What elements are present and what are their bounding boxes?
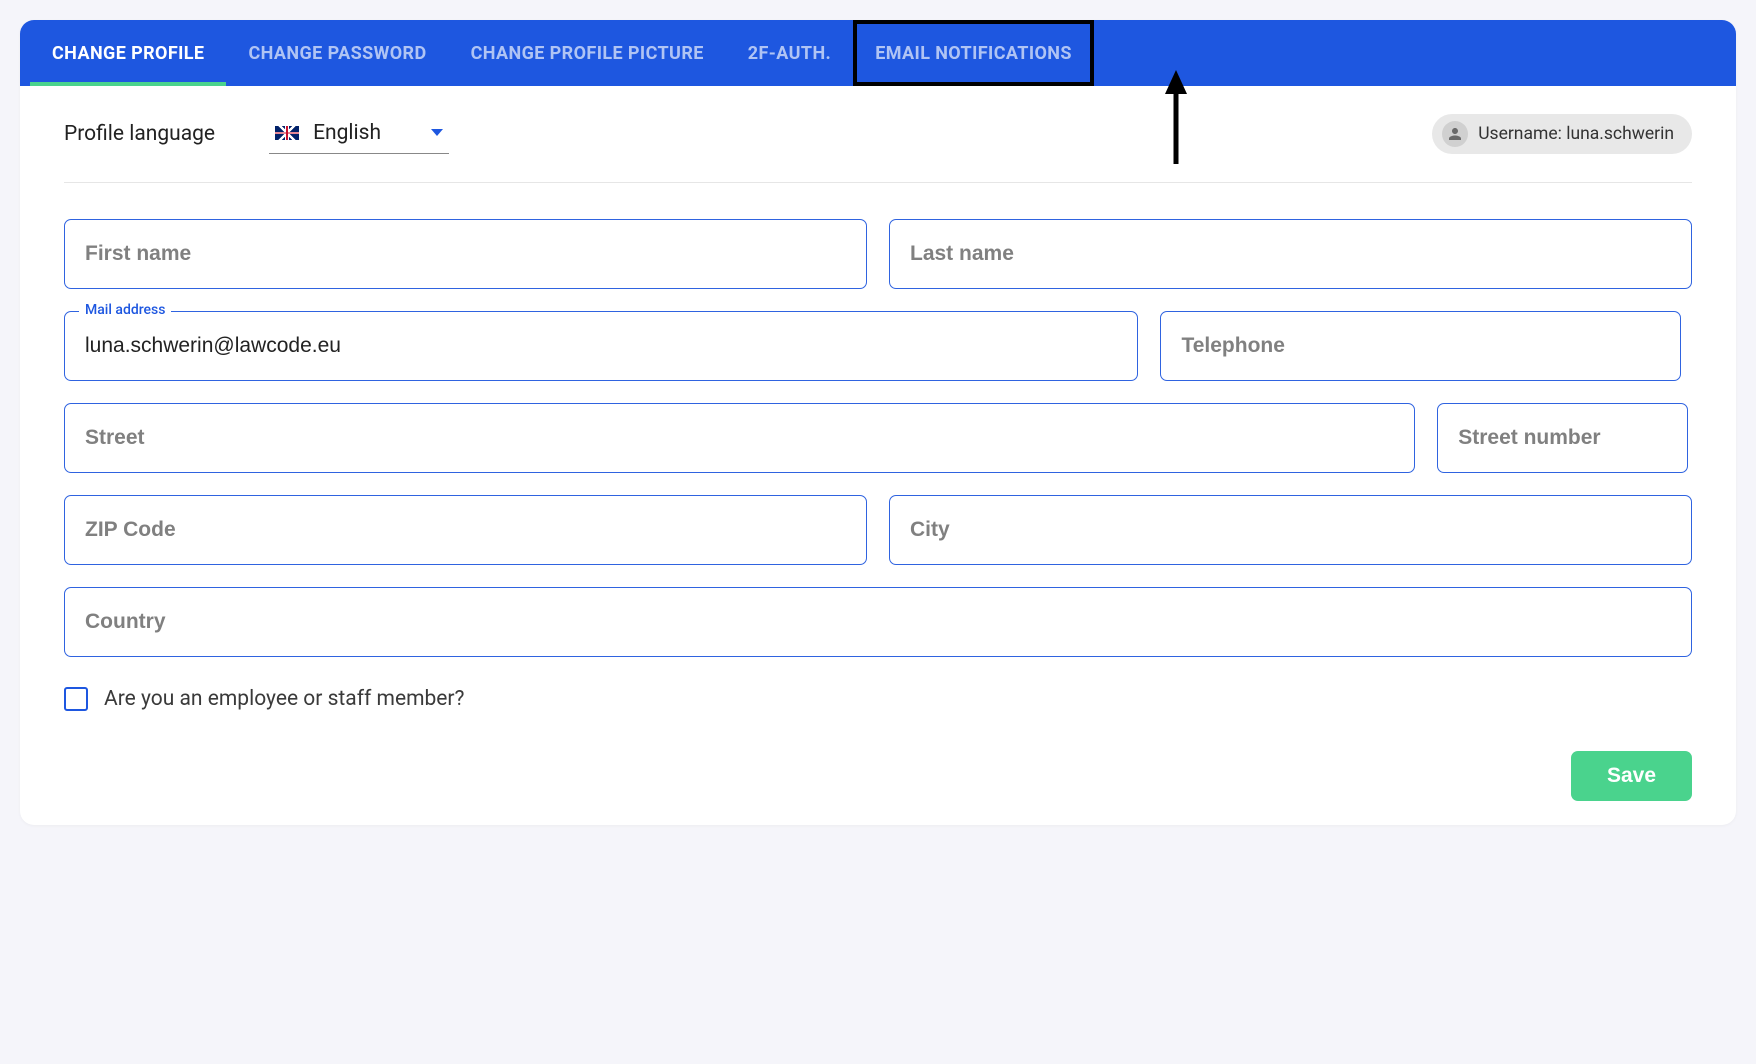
top-row: Profile language English Username: luna.… (64, 114, 1692, 183)
zip-code-input[interactable] (85, 518, 846, 542)
language-label: Profile language (64, 122, 215, 146)
tab-label: EMAIL NOTIFICATIONS (875, 43, 1072, 64)
username-badge: Username: luna.schwerin (1432, 114, 1692, 154)
profile-form: Mail address (64, 219, 1692, 801)
employee-checkbox-label: Are you an employee or staff member? (104, 687, 464, 711)
last-name-input[interactable] (910, 242, 1671, 266)
tab-label: 2F-AUTH. (748, 43, 831, 64)
employee-checkbox[interactable] (64, 687, 88, 711)
mail-address-input[interactable] (85, 334, 1117, 358)
tab-change-profile[interactable]: CHANGE PROFILE (30, 20, 226, 86)
tab-change-profile-picture[interactable]: CHANGE PROFILE PICTURE (449, 20, 726, 86)
street-input[interactable] (85, 426, 1394, 450)
city-input[interactable] (910, 518, 1671, 542)
arrow-annotation-icon (1162, 68, 1190, 168)
country-field-wrapper (64, 587, 1692, 657)
street-field-wrapper (64, 403, 1415, 473)
chevron-down-icon (431, 129, 443, 136)
employee-checkbox-row: Are you an employee or staff member? (64, 687, 1692, 711)
zip-code-field-wrapper (64, 495, 867, 565)
profile-settings-card: CHANGE PROFILE CHANGE PASSWORD CHANGE PR… (20, 20, 1736, 825)
street-number-input[interactable] (1458, 426, 1667, 450)
avatar-icon (1442, 121, 1468, 147)
tabs-bar: CHANGE PROFILE CHANGE PASSWORD CHANGE PR… (20, 20, 1736, 86)
mail-address-field-wrapper: Mail address (64, 311, 1138, 381)
uk-flag-icon (275, 126, 299, 140)
first-name-input[interactable] (85, 242, 846, 266)
mail-address-legend: Mail address (79, 302, 171, 318)
language-section: Profile language English (64, 115, 449, 154)
telephone-input[interactable] (1181, 334, 1660, 358)
street-number-field-wrapper (1437, 403, 1688, 473)
form-actions: Save (64, 751, 1692, 801)
country-input[interactable] (85, 610, 1671, 634)
city-field-wrapper (889, 495, 1692, 565)
tab-email-notifications[interactable]: EMAIL NOTIFICATIONS (853, 20, 1094, 86)
tab-2f-auth[interactable]: 2F-AUTH. (726, 20, 853, 86)
tab-label: CHANGE PROFILE PICTURE (471, 43, 704, 64)
tab-change-password[interactable]: CHANGE PASSWORD (226, 20, 448, 86)
last-name-field-wrapper (889, 219, 1692, 289)
first-name-field-wrapper (64, 219, 867, 289)
language-selected-value: English (313, 121, 417, 145)
tab-label: CHANGE PASSWORD (248, 43, 426, 64)
username-text: Username: luna.schwerin (1478, 124, 1674, 144)
language-select[interactable]: English (269, 115, 449, 154)
save-button[interactable]: Save (1571, 751, 1692, 801)
telephone-field-wrapper (1160, 311, 1681, 381)
tab-label: CHANGE PROFILE (52, 43, 204, 64)
card-body: Profile language English Username: luna.… (20, 86, 1736, 825)
